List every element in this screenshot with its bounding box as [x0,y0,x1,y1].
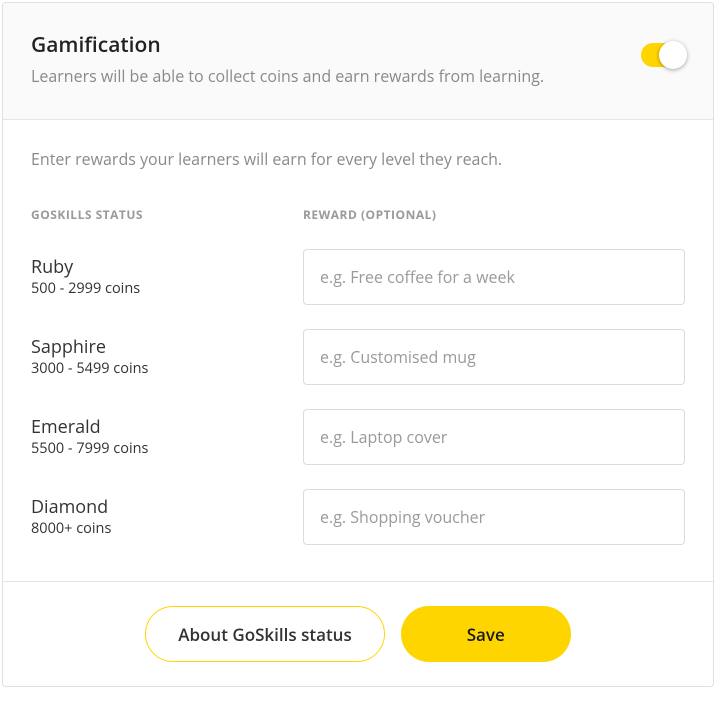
reward-input-sapphire[interactable] [303,329,685,385]
status-name: Ruby [31,256,303,279]
status-name: Sapphire [31,336,303,359]
level-row-diamond: Diamond 8000+ coins [31,489,685,545]
status-cell: Emerald 5500 - 7999 coins [31,416,303,458]
status-range: 3000 - 5499 coins [31,360,303,379]
status-cell: Diamond 8000+ coins [31,496,303,538]
level-row-sapphire: Sapphire 3000 - 5499 coins [31,329,685,385]
card-body: Enter rewards your learners will earn fo… [3,120,713,581]
columns-header: GOSKILLS STATUS REWARD (OPTIONAL) [31,206,685,223]
status-name: Diamond [31,496,303,519]
status-range: 500 - 2999 coins [31,280,303,299]
level-row-emerald: Emerald 5500 - 7999 coins [31,409,685,465]
reward-cell [303,409,685,465]
section-title: Gamification [31,31,641,59]
reward-input-diamond[interactable] [303,489,685,545]
reward-cell [303,489,685,545]
card-header: Gamification Learners will be able to co… [3,3,713,120]
status-range: 5500 - 7999 coins [31,440,303,459]
body-description: Enter rewards your learners will earn fo… [31,148,685,170]
reward-cell [303,249,685,305]
card-footer: About GoSkills status Save [3,581,713,686]
reward-input-emerald[interactable] [303,409,685,465]
level-row-ruby: Ruby 500 - 2999 coins [31,249,685,305]
toggle-knob [659,41,687,69]
reward-column-header: REWARD (OPTIONAL) [303,206,436,223]
section-subtitle: Learners will be able to collect coins a… [31,65,641,87]
status-name: Emerald [31,416,303,439]
reward-input-ruby[interactable] [303,249,685,305]
status-range: 8000+ coins [31,520,303,539]
about-status-button[interactable]: About GoSkills status [145,606,385,662]
header-text-block: Gamification Learners will be able to co… [31,31,641,87]
status-cell: Sapphire 3000 - 5499 coins [31,336,303,378]
gamification-toggle[interactable] [641,43,685,67]
save-button[interactable]: Save [401,606,571,662]
reward-cell [303,329,685,385]
status-cell: Ruby 500 - 2999 coins [31,256,303,298]
status-column-header: GOSKILLS STATUS [31,206,303,223]
gamification-card: Gamification Learners will be able to co… [2,2,714,687]
